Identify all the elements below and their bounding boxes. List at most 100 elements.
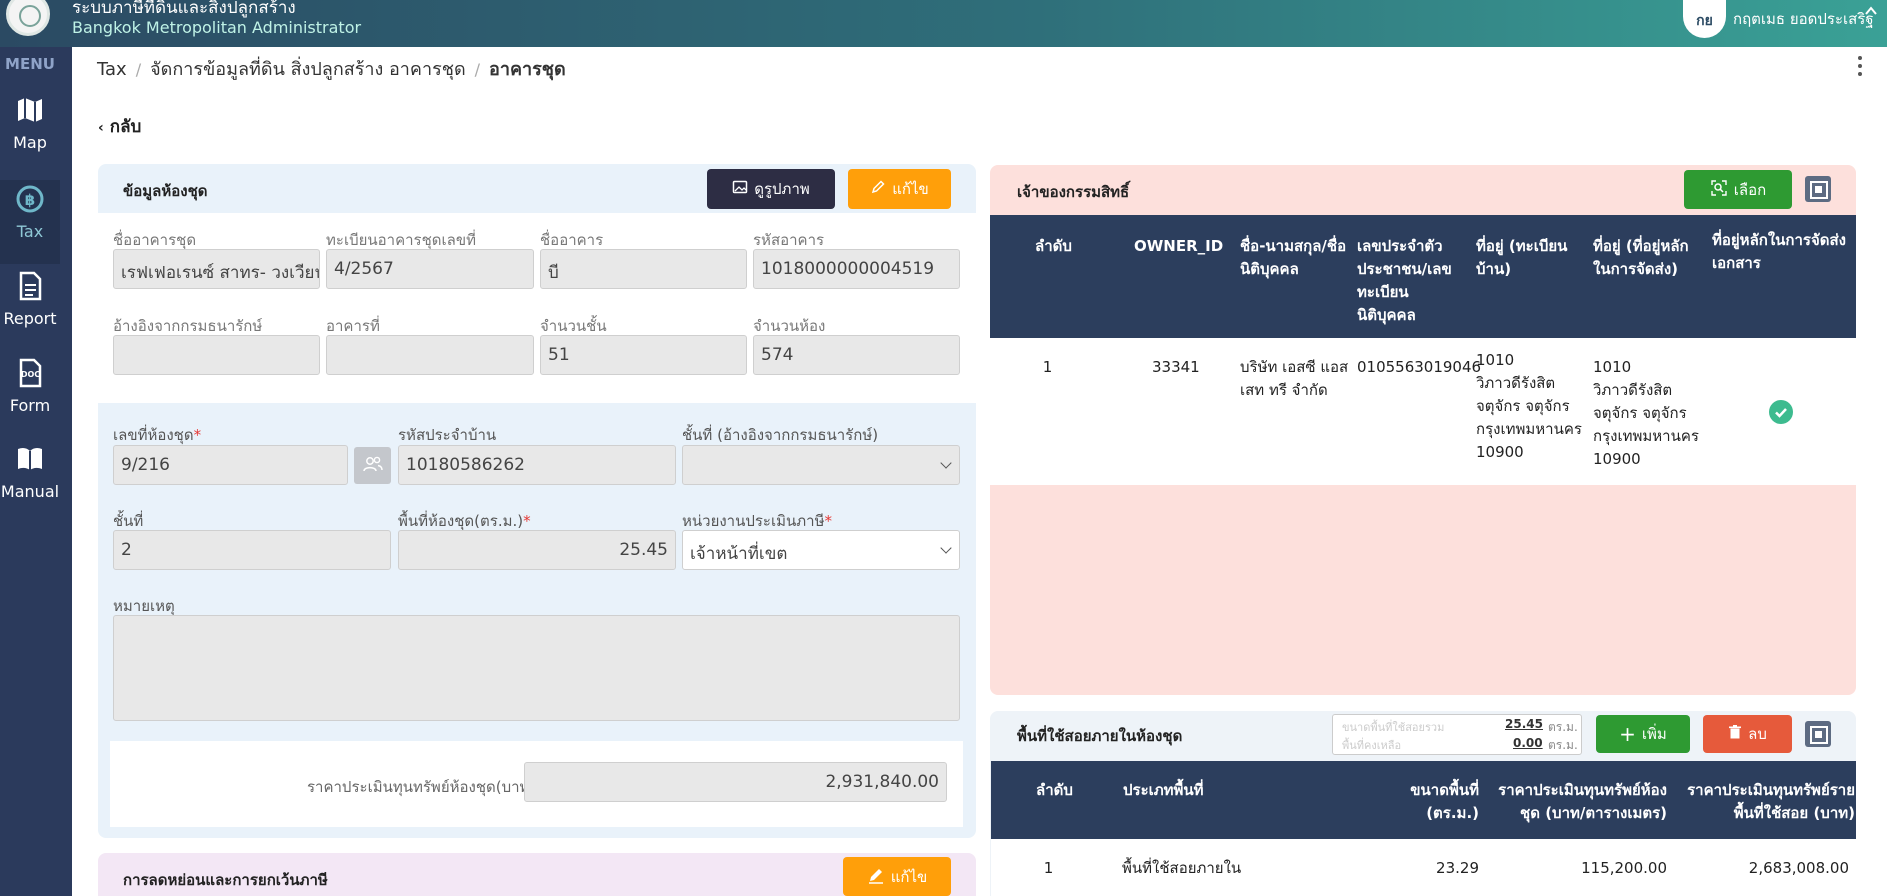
chevron-left-icon: ‹ bbox=[98, 120, 104, 136]
pencil-icon bbox=[870, 179, 886, 199]
expand-icon[interactable] bbox=[1805, 176, 1831, 202]
house-code-field: 10180586262 bbox=[398, 445, 676, 485]
delete-usage-button[interactable]: ลบ bbox=[1703, 715, 1792, 753]
search-select-icon bbox=[1710, 179, 1728, 201]
col-name: ชื่อ-นามสกุล/ชื่อนิติบุคคล bbox=[1240, 237, 1347, 278]
building-no-field bbox=[326, 335, 534, 375]
breadcrumb-current: อาคารชุด bbox=[489, 59, 566, 80]
room-info-title: ข้อมูลห้องชุด bbox=[123, 182, 208, 200]
view-image-button[interactable]: ดูรูปภาพ bbox=[707, 169, 835, 209]
sidebar-label-report: Report bbox=[3, 309, 57, 328]
col-usage-appraisal: ราคาประเมินทุนทรัพย์รายพื้นที่ใช้สอย (บา… bbox=[1687, 781, 1855, 822]
usage-table-header: ลำดับ ประเภทพื้นที่ ขนาดพื้นที่ (ตร.ม.) … bbox=[991, 761, 1856, 839]
menu-label: MENU bbox=[5, 55, 55, 73]
appraisal-field: 2,931,840.00 bbox=[524, 762, 947, 802]
col-primary: ที่อยู่หลักในการจัดส่งเอกสาร bbox=[1712, 231, 1846, 272]
usage-row[interactable]: 1 พื้นที่ใช้สอยภายใน 23.29 115,200.00 2,… bbox=[991, 839, 1856, 896]
sidebar-item-manual[interactable]: Manual bbox=[0, 444, 60, 524]
rooms-field: 574 bbox=[753, 335, 960, 375]
breadcrumb: Tax / จัดการข้อมูลที่ดิน สิ่งปลูกสร้าง อาค… bbox=[97, 59, 566, 80]
user-avatar[interactable]: กย bbox=[1683, 0, 1726, 38]
book-icon bbox=[15, 444, 45, 474]
assessor-select[interactable]: เจ้าหน้าที่เขต bbox=[682, 530, 960, 570]
svg-text:DOC: DOC bbox=[21, 370, 40, 379]
expand-icon[interactable] bbox=[1805, 721, 1831, 747]
svg-text:฿: ฿ bbox=[25, 191, 35, 209]
room-area-field: 25.45 bbox=[398, 530, 676, 570]
remaining-value: 0.00 bbox=[1513, 736, 1543, 750]
breadcrumb-tax[interactable]: Tax bbox=[97, 59, 127, 80]
house-code-label: รหัสประจำบ้าน bbox=[398, 426, 497, 444]
owners-row[interactable]: 1 33341 บริษัท เอสซี แอสเสท ทรี จำกัด 01… bbox=[990, 338, 1856, 485]
trash-icon bbox=[1728, 725, 1742, 743]
owner-no: 1 bbox=[1042, 358, 1053, 376]
col-mail-address: ที่อยู่ (ที่อยู่หลักในการจัดส่ง) bbox=[1593, 237, 1689, 278]
treasury-ref-field bbox=[113, 335, 320, 375]
owner-address: 1010 วิภาวดีรังสิต จตุจักร จตุจักร กรุงเ… bbox=[1476, 351, 1582, 461]
col-area-size: ขนาดพื้นที่ (ตร.ม.) bbox=[1410, 781, 1479, 822]
sidebar-label-map: Map bbox=[13, 133, 47, 152]
col-no: ลำดับ bbox=[1035, 237, 1072, 255]
floor-field: 2 bbox=[113, 530, 391, 570]
floor-ref-label: ชั้นที่ (อ้างอิงจากกรมธนารักษ์) bbox=[682, 426, 879, 444]
back-link[interactable]: ‹ กลับ bbox=[98, 113, 141, 140]
usage-no: 1 bbox=[1043, 859, 1054, 877]
remaining-unit: ตร.ม. bbox=[1548, 738, 1578, 752]
usage-price-per-sqm: 115,200.00 bbox=[1581, 859, 1667, 877]
more-options-icon[interactable] bbox=[1857, 56, 1863, 78]
owner-mail-address: 1010 วิภาวดีรังสิต จตุจักร จตุจักร กรุงเ… bbox=[1593, 358, 1699, 468]
map-icon bbox=[15, 95, 45, 125]
floor-ref-select[interactable] bbox=[682, 445, 960, 485]
chevron-up-icon[interactable] bbox=[1864, 3, 1878, 22]
room-no-label: เลขที่ห้องชุด* bbox=[113, 426, 202, 444]
owner-id: 33341 bbox=[1152, 358, 1200, 376]
col-no: ลำดับ bbox=[1036, 781, 1073, 799]
total-usage-value: 25.45 bbox=[1505, 717, 1543, 731]
sidebar: MENU Map ฿ Tax Report DOC Form Manual bbox=[0, 47, 72, 896]
owners-title: เจ้าของกรรมสิทธิ์ bbox=[1017, 183, 1130, 201]
edit-exemption-button[interactable]: แก้ไข bbox=[843, 857, 951, 896]
note-textarea[interactable] bbox=[113, 615, 960, 721]
sidebar-label-tax: Tax bbox=[16, 222, 44, 241]
owners-table-header: ลำดับ OWNER_ID ชื่อ-นามสกุล/ชื่อนิติบุคค… bbox=[990, 215, 1856, 338]
breadcrumb-manage[interactable]: จัดการข้อมูลที่ดิน สิ่งปลูกสร้าง อาคารชุ… bbox=[150, 59, 466, 80]
building-field: บี bbox=[540, 249, 747, 289]
appraisal-label: ราคาประเมินทุนทรัพย์ห้องชุด(บาท) bbox=[307, 778, 536, 796]
chevron-down-icon bbox=[940, 457, 952, 469]
edit-room-button[interactable]: แก้ไข bbox=[848, 169, 951, 209]
col-area-type: ประเภทพื้นที่ bbox=[1123, 781, 1204, 799]
image-icon bbox=[732, 179, 748, 199]
registration-field: 4/2567 bbox=[326, 249, 534, 289]
select-owner-button[interactable]: เลือก bbox=[1684, 170, 1792, 209]
sidebar-item-form[interactable]: DOC Form bbox=[0, 358, 60, 438]
users-icon bbox=[362, 455, 384, 477]
plus-icon: + bbox=[1619, 722, 1636, 746]
owner-tax-id: 0105563019046 bbox=[1357, 358, 1482, 376]
bma-logo bbox=[6, 0, 50, 36]
remaining-label: พื้นที่คงเหลือ bbox=[1342, 739, 1402, 752]
owners-lookup-button[interactable] bbox=[354, 447, 391, 484]
sidebar-item-report[interactable]: Report bbox=[0, 271, 60, 351]
sidebar-item-map[interactable]: Map bbox=[0, 95, 60, 175]
sidebar-label-form: Form bbox=[9, 396, 51, 415]
room-no-field: 9/216 bbox=[113, 445, 348, 485]
chevron-down-icon bbox=[940, 542, 952, 554]
col-price-per-sqm: ราคาประเมินทุนทรัพย์ห้องชุด (บาท/ตารางเม… bbox=[1498, 781, 1667, 822]
total-usage-unit: ตร.ม. bbox=[1548, 720, 1578, 734]
total-usage-label: ขนาดพื้นที่ใช้สอยรวม bbox=[1342, 721, 1445, 734]
usage-title: พื้นที่ใช้สอยภายในห้องชุด bbox=[1017, 727, 1183, 745]
building-name-field: เรฟเฟอเรนซ์ สาทร- วงเวียนใหญ่ bbox=[113, 249, 320, 289]
app-subtitle: Bangkok Metropolitan Administrator bbox=[72, 18, 362, 37]
top-header: ระบบภาษีที่ดินและสิ่งปลูกสร้าง Bangkok M… bbox=[0, 0, 1887, 47]
pencil-icon bbox=[867, 866, 885, 888]
col-owner-id: OWNER_ID bbox=[1134, 237, 1224, 255]
user-name[interactable]: กฤตเมธ ยอดประเสริฐ bbox=[1733, 7, 1874, 31]
floors-field: 51 bbox=[540, 335, 747, 375]
document-icon bbox=[15, 271, 45, 301]
col-tax-id: เลขประจำตัวประชาชน/เลขทะเบียนนิติบุคคล bbox=[1357, 237, 1452, 324]
sidebar-item-tax[interactable]: ฿ Tax bbox=[0, 180, 60, 264]
exemption-title: การลดหย่อนและการยกเว้นภาษี bbox=[123, 871, 328, 889]
add-usage-button[interactable]: + เพิ่ม bbox=[1596, 715, 1690, 753]
building-code-field: 1018000000004519 bbox=[753, 249, 960, 289]
sidebar-label-manual: Manual bbox=[0, 482, 60, 501]
